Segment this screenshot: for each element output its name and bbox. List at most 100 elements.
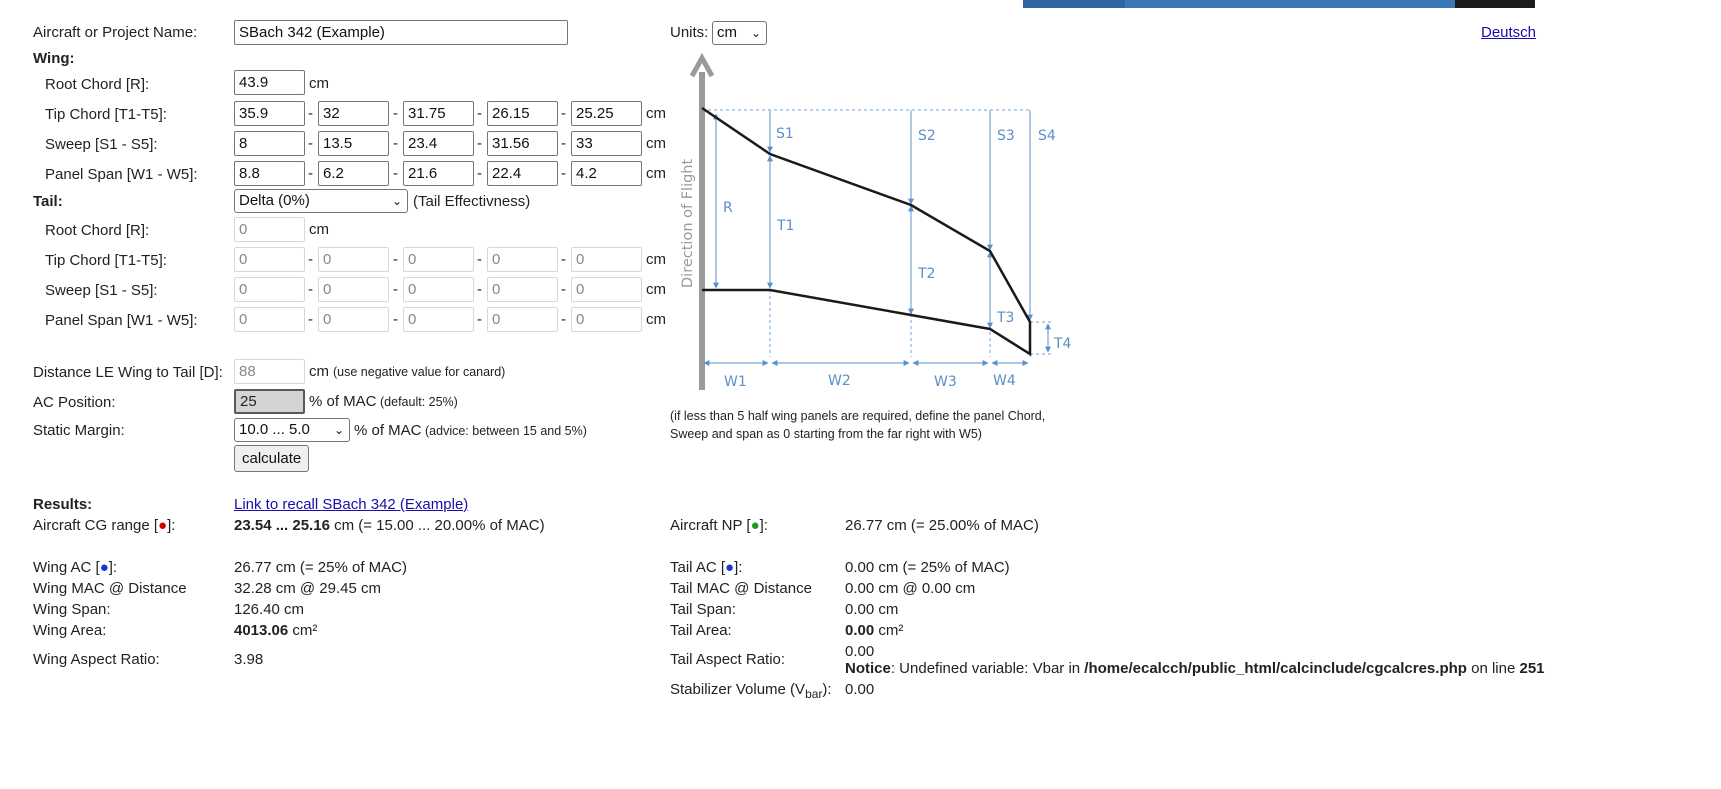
- direction-of-flight-label: Direction of Flight: [680, 159, 696, 288]
- ad-banner[interactable]: [1023, 0, 1535, 8]
- wing-root-chord-label: Root Chord [R]:: [45, 76, 150, 93]
- separator-dash: -: [561, 165, 566, 182]
- tail-heading: Tail:: [33, 193, 63, 210]
- separator-dash: -: [477, 281, 482, 298]
- separator-dash: -: [477, 165, 482, 182]
- tail-sweep-input-4[interactable]: [487, 277, 558, 302]
- wing-tip_chord-label: Tip Chord [T1-T5]:: [45, 106, 167, 123]
- tail-sweep-input-3[interactable]: [403, 277, 474, 302]
- php-notice: Notice: Undefined variable: Vbar in /hom…: [845, 660, 1545, 678]
- distance-input[interactable]: [234, 359, 305, 384]
- diagram-label-w4: W4: [993, 373, 1016, 389]
- wing-mac-label: Wing MAC @ Distance: [33, 580, 187, 597]
- wing-area-label: Wing Area:: [33, 622, 107, 639]
- diagram-labels: S1 S2 S3 S4 R T1 T2 T3 T4 W1 W2 W3 W4: [723, 126, 1072, 390]
- notice-on-line: on line: [1466, 660, 1520, 677]
- wing-span-input-3[interactable]: [403, 161, 474, 186]
- tail-root-chord-input[interactable]: [234, 217, 305, 242]
- tail-tip_chord-input-5[interactable]: [571, 247, 642, 272]
- wing-span-input-5[interactable]: [571, 161, 642, 186]
- diagram-label-w1: W1: [724, 374, 747, 390]
- tail-tip_chord-input-3[interactable]: [403, 247, 474, 272]
- language-link-deutsch[interactable]: Deutsch: [1481, 24, 1536, 42]
- tail-aspect-ratio-value: 0.00: [845, 643, 875, 660]
- wing-tip_chord-input-2[interactable]: [318, 101, 389, 126]
- tail-area-unit: cm²: [874, 622, 904, 639]
- tail-tip_chord-input-2[interactable]: [318, 247, 389, 272]
- wing-root-chord-input[interactable]: [234, 70, 305, 95]
- tail-sweep-label: Sweep [S1 - S5]:: [45, 282, 158, 299]
- tail-root-chord-label: Root Chord [R]:: [45, 222, 150, 239]
- unit-label: cm: [646, 135, 666, 152]
- wing-sweep-input-4[interactable]: [487, 131, 558, 156]
- wing-span-input-1[interactable]: [234, 161, 305, 186]
- tail-tip_chord-input-4[interactable]: [487, 247, 558, 272]
- tail-tip_chord-input-1[interactable]: [234, 247, 305, 272]
- distance-note: (use negative value for canard): [333, 365, 506, 379]
- cg-range-label-end: ]:: [167, 517, 176, 534]
- units-select-value: cm: [717, 24, 737, 41]
- diagram-label-w2: W2: [828, 373, 851, 389]
- unit-label: cm: [309, 221, 329, 238]
- tail-sweep-input-5[interactable]: [571, 277, 642, 302]
- ac-position-input[interactable]: [234, 389, 305, 414]
- wing-tip_chord-input-4[interactable]: [487, 101, 558, 126]
- wing-sweep-input-5[interactable]: [571, 131, 642, 156]
- static-margin-select[interactable]: 10.0 ... 5.0 ⌄: [234, 418, 350, 442]
- diagram-label-t4: T4: [1053, 336, 1072, 352]
- tail-span-input-4[interactable]: [487, 307, 558, 332]
- wing-sweep-input-3[interactable]: [403, 131, 474, 156]
- tail-span-input-5[interactable]: [571, 307, 642, 332]
- tail-ac-label: Tail AC [●]:: [670, 559, 742, 577]
- tail-span-input-3[interactable]: [403, 307, 474, 332]
- separator-dash: -: [308, 311, 313, 328]
- separator-dash: -: [308, 105, 313, 122]
- recall-link[interactable]: Link to recall SBach 342 (Example): [234, 496, 468, 514]
- separator-dash: -: [393, 165, 398, 182]
- wing-area-bold: 4013.06: [234, 622, 289, 639]
- tail-span-input-2[interactable]: [318, 307, 389, 332]
- notice-line-number: 251: [1519, 660, 1545, 677]
- calculate-button[interactable]: calculate: [234, 445, 310, 472]
- blue-dot-icon: ●: [99, 559, 109, 576]
- wing-sweep-input-2[interactable]: [318, 131, 389, 156]
- wing-span-label: Wing Span:: [33, 601, 111, 618]
- wing-sweep-input-1[interactable]: [234, 131, 305, 156]
- unit-label: cm: [646, 311, 666, 328]
- separator-dash: -: [308, 135, 313, 152]
- unit-label: cm: [646, 281, 666, 298]
- green-dot-icon: ●: [750, 517, 760, 534]
- diagram-note-line2: Sweep and span as 0 starting from the fa…: [670, 427, 982, 441]
- wing-outline: [701, 106, 1032, 357]
- separator-dash: -: [477, 135, 482, 152]
- project-name-input[interactable]: [234, 20, 568, 45]
- tail-sweep-input-1[interactable]: [234, 277, 305, 302]
- wing-aspect-ratio-value: 3.98: [234, 651, 264, 668]
- tail-type-select[interactable]: Delta (0%) ⌄: [234, 189, 408, 213]
- wing-span-input-2[interactable]: [318, 161, 389, 186]
- diagram-label-t3: T3: [996, 310, 1014, 326]
- diagram-label-s2: S2: [918, 128, 936, 144]
- static-margin-unit: % of MAC: [354, 422, 422, 439]
- units-select[interactable]: cm ⌄: [712, 21, 767, 45]
- diagram-label-t1: T1: [776, 218, 794, 234]
- wing-tip_chord-input-3[interactable]: [403, 101, 474, 126]
- unit-label: cm: [646, 105, 666, 122]
- static-margin-select-value: 10.0 ... 5.0: [239, 421, 310, 438]
- separator-dash: -: [393, 135, 398, 152]
- wing-span-input-4[interactable]: [487, 161, 558, 186]
- banner-segment: [1455, 0, 1535, 8]
- separator-dash: -: [561, 135, 566, 152]
- tail-span-label: Tail Span:: [670, 601, 736, 618]
- wing-ac-label: Wing AC [●]:: [33, 559, 117, 577]
- wing-area-unit: cm²: [288, 622, 318, 639]
- wing-tip_chord-input-1[interactable]: [234, 101, 305, 126]
- tail-effectiveness-label: (Tail Effectivness): [413, 193, 531, 210]
- ac-position-note: (default: 25%): [380, 395, 458, 409]
- tail-span-input-1[interactable]: [234, 307, 305, 332]
- unit-label: cm: [646, 165, 666, 182]
- tail-sweep-input-2[interactable]: [318, 277, 389, 302]
- separator-dash: -: [477, 105, 482, 122]
- wing-tip_chord-input-5[interactable]: [571, 101, 642, 126]
- notice-text: : Undefined variable: Vbar in: [890, 660, 1085, 677]
